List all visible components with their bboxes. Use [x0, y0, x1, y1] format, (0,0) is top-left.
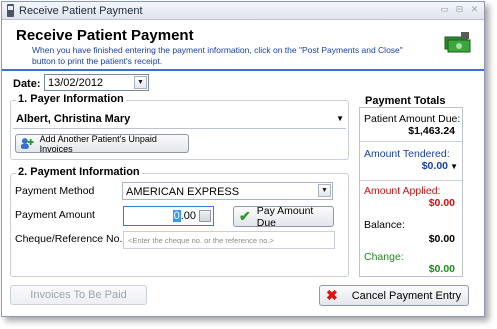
amount-tendered-value: $0.00 — [421, 160, 448, 172]
cheque-label: Cheque/Reference No. — [15, 233, 123, 245]
payment-amount-value: 0.00 — [172, 210, 196, 222]
chevron-down-icon[interactable]: ▼ — [450, 162, 458, 171]
payment-amount-input[interactable]: 0.00 — [123, 206, 214, 226]
totals-panel: Patient Amount Due: $1,463.24 Amount Ten… — [359, 107, 463, 277]
amount-tendered-select[interactable]: $0.00 ▼ — [364, 158, 458, 175]
change-value: $0.00 — [428, 263, 455, 275]
payer-name: Albert, Christina Mary — [16, 113, 131, 125]
chevron-down-icon[interactable]: ▼ — [318, 184, 331, 197]
payment-method-label: Payment Method — [15, 185, 95, 197]
amount-due-label: Patient Amount Due: — [364, 113, 461, 125]
totals-title: Payment Totals — [365, 95, 446, 107]
amount-applied-label: Amount Applied: — [364, 185, 441, 197]
money-icon — [444, 32, 471, 53]
payment-method-value: AMERICAN EXPRESS — [126, 186, 240, 198]
amount-due-value: $1,463.24 — [408, 125, 455, 137]
header-divider — [2, 69, 484, 71]
invoices-to-be-paid-button[interactable]: Invoices To Be Paid — [10, 285, 147, 305]
receive-payment-dialog: Receive Patient Payment ▭ ⊟ ✕ Receive Pa… — [1, 1, 485, 317]
date-value: 13/02/2012 — [48, 77, 104, 89]
cancel-payment-label: Cancel Payment Entry — [351, 289, 462, 302]
payment-section-title: 2. Payment Information — [16, 166, 142, 178]
add-person-icon — [20, 138, 34, 149]
checkmark-icon: ✔ — [239, 208, 251, 224]
header-instructions: When you have finished entering the paym… — [32, 45, 403, 66]
header-title: Receive Patient Payment — [16, 27, 194, 44]
close-icon[interactable]: ✕ — [469, 4, 480, 15]
date-picker[interactable]: 13/02/2012 ▼ — [44, 74, 149, 91]
payer-select[interactable]: Albert, Christina Mary ▼ — [13, 109, 346, 129]
balance-label: Balance: — [364, 219, 405, 231]
amount-decimals: .00 — [180, 210, 196, 222]
amount-applied-value: $0.00 — [428, 197, 455, 209]
balance-value: $0.00 — [428, 233, 455, 245]
pay-amount-due-label: Pay Amount Due — [256, 204, 314, 229]
change-label: Change: — [364, 251, 404, 263]
add-unpaid-invoices-button[interactable]: Add Another Patient's Unpaid Invoices — [15, 133, 189, 154]
chevron-down-icon[interactable]: ▼ — [134, 76, 147, 89]
restore-icon[interactable]: ▭ — [439, 4, 450, 15]
payer-section-title: 1. Payer Information — [16, 93, 126, 105]
cancel-x-icon: ✖ — [326, 287, 338, 303]
pay-amount-due-button[interactable]: ✔ Pay Amount Due — [233, 204, 334, 229]
title-bar: Receive Patient Payment ▭ ⊟ ✕ — [2, 2, 484, 20]
payment-amount-label: Payment Amount — [15, 209, 95, 221]
chevron-down-icon[interactable]: ▼ — [336, 114, 344, 123]
cheque-placeholder: <Enter the cheque no. or the reference n… — [128, 236, 274, 245]
date-label: Date: — [13, 78, 41, 90]
app-icon — [7, 4, 14, 17]
window-controls: ▭ ⊟ ✕ — [439, 4, 480, 15]
dialog-header: Receive Patient Payment When you have fi… — [2, 20, 484, 71]
calculator-icon[interactable] — [199, 210, 211, 222]
cheque-reference-input[interactable]: <Enter the cheque no. or the reference n… — [123, 231, 335, 249]
maximize-icon[interactable]: ⊟ — [454, 4, 465, 15]
totals-divider — [360, 180, 462, 181]
window-title: Receive Patient Payment — [19, 5, 143, 17]
totals-divider — [360, 141, 462, 142]
payment-method-select[interactable]: AMERICAN EXPRESS ▼ — [122, 182, 333, 200]
selected-digit: 0 — [172, 210, 181, 222]
cancel-payment-button[interactable]: ✖ Cancel Payment Entry — [319, 285, 469, 306]
add-unpaid-invoices-label: Add Another Patient's Unpaid Invoices — [39, 133, 157, 154]
